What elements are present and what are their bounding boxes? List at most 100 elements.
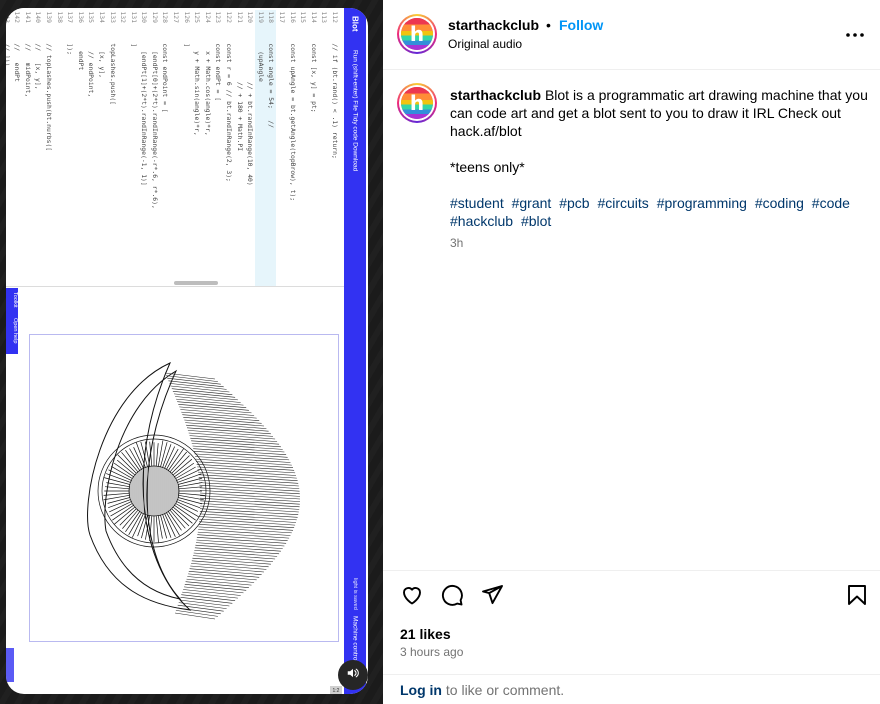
code-line: 131 ] — [128, 10, 139, 286]
like-button[interactable] — [399, 584, 425, 610]
hashtag-list: #student #grant #pcb #circuits #programm… — [450, 194, 868, 230]
toolkit-tab[interactable]: Toolkit Open help — [6, 288, 18, 354]
media-panel[interactable]: 112 // if (bt.rand() < .1) return; 113 114… — [0, 0, 383, 704]
caption-avatar[interactable]: h — [397, 83, 437, 123]
speaker-icon — [346, 666, 360, 685]
code-line: 119 (upAngle — [255, 10, 266, 286]
code-text: const upAngle = bt.getAngle(topBrow), t)… — [288, 28, 297, 202]
line-number: 123 — [214, 11, 223, 23]
line-number: 133 — [108, 11, 117, 23]
code-line: 143 // ])) — [6, 10, 12, 286]
code-line: 133 topLashes.push([ — [107, 10, 118, 286]
code-text: // topLashes.push(bt.nurbs([ — [44, 28, 53, 152]
avatar[interactable]: h — [397, 14, 437, 54]
code-line: 128 const endPoint = [ — [160, 10, 171, 286]
hashtag-link[interactable]: #circuits — [597, 195, 648, 211]
more-icon — [845, 25, 865, 43]
code-line: 120 // + bt.randInRange(10, 40) — [245, 10, 256, 286]
hashtag-link[interactable]: #grant — [512, 195, 552, 211]
code-line: 135 // endPoint, — [86, 10, 97, 286]
code-line: 132 — [118, 10, 129, 286]
comment-button[interactable] — [439, 584, 465, 610]
editor-divider — [6, 286, 350, 287]
open-help-label[interactable]: Open help — [6, 318, 18, 343]
line-number: 130 — [140, 11, 149, 23]
code-line: 137 ]); — [65, 10, 76, 286]
code-editor[interactable]: 112 // if (bt.rand() < .1) return; 113 114… — [6, 8, 344, 286]
code-line: 112 // if (bt.rand() < .1) return; — [329, 10, 340, 286]
code-text: const angle = 54; // — [267, 28, 276, 129]
code-text: [endPt[1]+(2*t).randInRange(-1, 1)] — [140, 28, 149, 186]
avatar-letter: h — [409, 22, 425, 46]
code-line: 122 const r = 6 // bt.randInRange(2, 3); — [223, 10, 234, 286]
code-text: // ])) — [6, 43, 11, 67]
editor-logo: Blot — [350, 16, 360, 32]
zoom-badge: 1:2 — [330, 686, 342, 694]
line-number: 132 — [119, 11, 128, 23]
actions-divider — [383, 570, 880, 571]
eye-outer-outline — [87, 361, 192, 611]
editor-menu[interactable]: Run (shift+enter) File Tidy code Downloa… — [344, 50, 366, 171]
code-line: 123 const endPt = [ — [213, 10, 224, 286]
code-text: ]); — [66, 28, 75, 55]
caption-username[interactable]: starthackclub — [450, 87, 541, 103]
login-link[interactable]: Log in — [400, 682, 442, 698]
hashtag-link[interactable]: #code — [812, 195, 850, 211]
post-sidebar: h starthackclub • Follow Original audio … — [383, 0, 880, 704]
code-text: y + Math.sin(angle)*r, — [193, 28, 202, 136]
code-text: const [x, y] = pt; — [309, 28, 318, 113]
line-number: 128 — [161, 11, 170, 23]
line-number: 129 — [150, 11, 159, 23]
code-line: 141 // midPoint, — [22, 10, 33, 286]
resize-handle[interactable] — [174, 281, 218, 285]
editor-status: light is saved — [352, 578, 358, 610]
line-number: 137 — [66, 11, 75, 23]
code-text: ] — [129, 28, 138, 48]
code-text: [endPt[0]+(2*t).randInRange(-r*.6, r*.6)… — [150, 28, 159, 209]
line-number: 124 — [203, 11, 212, 23]
caption-note: *teens only* — [450, 159, 525, 175]
more-options-button[interactable] — [843, 22, 867, 46]
like-count[interactable]: 21 likes — [400, 626, 451, 642]
code-lines: 112 // if (bt.rand() < .1) return; 113 114… — [6, 8, 344, 286]
code-text: // [x, y], — [34, 28, 43, 90]
code-line: 125 y + Math.sin(angle)*r, — [192, 10, 203, 286]
hashtag-link[interactable]: #student — [450, 195, 504, 211]
hashtag-link[interactable]: #hackclub — [450, 213, 513, 229]
video-frame[interactable]: 112 // if (bt.rand() < .1) return; 113 114… — [6, 8, 368, 694]
share-button[interactable] — [479, 584, 505, 610]
line-number: 131 — [129, 11, 138, 23]
share-icon — [480, 583, 504, 612]
audio-label[interactable]: Original audio — [448, 37, 522, 51]
code-line: 139 // topLashes.push(bt.nurbs([ — [43, 10, 54, 286]
hashtag-link[interactable]: #blot — [521, 213, 551, 229]
line-number: 139 — [44, 11, 53, 23]
post-username[interactable]: starthackclub — [448, 17, 539, 33]
eye-iris — [97, 434, 211, 548]
line-number: 122 — [225, 11, 234, 23]
code-text: ] — [182, 28, 191, 48]
drawing-canvas — [29, 334, 339, 642]
code-text: endPt — [76, 28, 85, 71]
eye-artwork — [87, 361, 301, 620]
heart-icon — [400, 583, 424, 612]
code-line: 129 [endPt[0]+(2*t).randInRange(-r*.6, r… — [149, 10, 160, 286]
follow-button[interactable]: Follow — [559, 17, 603, 33]
line-number: 126 — [182, 11, 191, 23]
caption-timestamp: 3h — [450, 236, 464, 250]
hashtag-link[interactable]: #programming — [657, 195, 747, 211]
hashtag-link[interactable]: #coding — [755, 195, 804, 211]
line-number: 135 — [87, 11, 96, 23]
code-text: topLashes.push([ — [108, 28, 117, 105]
hashtag-link[interactable]: #pcb — [559, 195, 589, 211]
mute-button[interactable] — [338, 660, 368, 690]
save-button[interactable] — [844, 584, 870, 610]
instagram-post-view: 112 // if (bt.rand() < .1) return; 113 114… — [0, 0, 880, 704]
line-number: 112 — [331, 11, 339, 23]
machine-control-button[interactable]: Machine control — [344, 616, 366, 662]
code-text: const endPt = [ — [214, 28, 223, 102]
code-line: 121 // + 180 + Math.PI — [234, 10, 245, 286]
caption: starthackclub Blot is a programmatic art… — [450, 86, 868, 140]
code-line: 134 [x, y], — [96, 10, 107, 286]
login-prompt: Log in to like or comment. — [400, 682, 564, 698]
